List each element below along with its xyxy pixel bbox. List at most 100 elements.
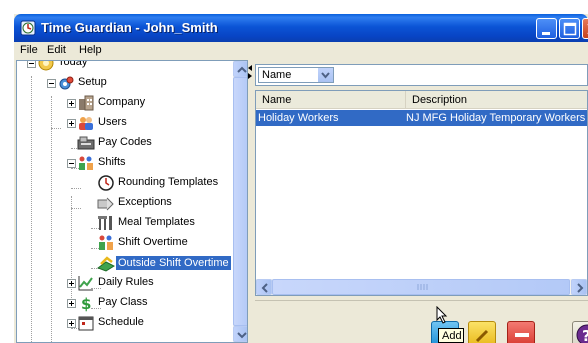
maximize-button[interactable]	[559, 18, 580, 39]
svg-text:$: $	[81, 295, 91, 312]
scroll-left-button[interactable]	[256, 279, 272, 295]
tree-item-label: Today	[58, 60, 88, 68]
exceptions-icon	[97, 197, 114, 211]
shifts-icon	[79, 156, 93, 170]
tree-item-schedule[interactable]: Schedule	[17, 313, 233, 333]
minimize-icon	[542, 32, 550, 35]
filter-field-value: Name	[262, 69, 292, 81]
tree-item-company[interactable]: Company	[17, 93, 233, 113]
records-grid[interactable]: Name Description Holiday Workers NJ MFG …	[255, 90, 588, 296]
minus-icon	[515, 333, 529, 337]
column-header-name[interactable]: Name	[256, 91, 406, 109]
pay-codes-icon	[77, 136, 95, 150]
scroll-up-button[interactable]	[233, 61, 247, 77]
column-header-description[interactable]: Description	[406, 91, 587, 109]
svg-text:?: ?	[582, 327, 588, 343]
menu-help[interactable]: Help	[79, 44, 102, 56]
calendar-icon	[78, 316, 94, 331]
expand-toggle[interactable]	[67, 319, 76, 328]
tree-item-rounding-templates[interactable]: Rounding Templates	[17, 173, 233, 193]
collapse-toggle[interactable]	[67, 159, 76, 168]
maximize-icon	[563, 22, 577, 36]
tree-item-shifts[interactable]: Shifts	[17, 153, 233, 173]
tree-item-label: Daily Rules	[98, 276, 154, 288]
title-bar[interactable]: Time Guardian - John_Smith	[14, 14, 588, 42]
tree-item-label: Outside Shift Overtime	[116, 256, 231, 270]
tree-item-label: Schedule	[98, 316, 144, 328]
cell-description: NJ MFG Holiday Temporary Workers	[406, 112, 586, 124]
filter-field-select[interactable]: Name	[258, 67, 334, 83]
users-icon	[79, 117, 93, 130]
action-toolbar: ?	[255, 300, 588, 343]
outside-shift-overtime-icon	[97, 256, 115, 272]
chevron-right-icon	[577, 283, 584, 293]
daily-rules-chart-icon	[78, 276, 93, 291]
menu-bar: File Edit Help	[14, 42, 588, 60]
tree-item-label: Pay Class	[98, 296, 148, 308]
dollar-icon: $	[81, 295, 91, 312]
chevron-down-icon	[237, 332, 247, 339]
chevron-down-icon	[321, 72, 330, 79]
tree-item-label: Pay Codes	[98, 136, 152, 148]
pencil-icon	[475, 329, 489, 343]
tree-item-outside-shift-overtime[interactable]: Outside Shift Overtime	[17, 253, 233, 273]
tree-item-label: Company	[98, 96, 146, 108]
close-icon	[587, 24, 588, 34]
scroll-thumb[interactable]	[233, 77, 247, 326]
expand-toggle[interactable]	[67, 279, 76, 288]
table-row[interactable]: Holiday Workers NJ MFG Holiday Temporary…	[256, 110, 587, 126]
tree-item-label: Rounding Templates	[118, 176, 219, 188]
collapse-toggle[interactable]	[47, 79, 56, 88]
expand-toggle[interactable]	[67, 299, 76, 308]
mouse-cursor-icon	[436, 306, 448, 324]
tree-item-pay-class[interactable]: $ Pay Class	[17, 293, 233, 313]
scroll-down-button[interactable]	[233, 326, 247, 342]
tree-item-exceptions[interactable]: Exceptions	[17, 193, 233, 213]
company-building-icon	[79, 95, 94, 111]
shift-overtime-icon	[99, 235, 113, 250]
tree-item-label: Setup	[78, 76, 107, 88]
close-button[interactable]	[582, 18, 588, 39]
tree-item-label: Users	[98, 116, 127, 128]
app-clock-icon	[20, 20, 36, 36]
grid-header: Name Description	[256, 91, 587, 109]
window-title: Time Guardian - John_Smith	[41, 20, 218, 35]
setup-gear-icon	[59, 76, 74, 90]
grid-horizontal-scrollbar[interactable]	[256, 279, 587, 295]
edit-button[interactable]	[468, 321, 496, 343]
cell-name: Holiday Workers	[258, 112, 339, 124]
collapse-toggle[interactable]	[27, 61, 36, 68]
expand-toggle[interactable]	[67, 99, 76, 108]
tree-item-pay-codes[interactable]: Pay Codes	[17, 133, 233, 153]
tree-item-label: Shift Overtime	[118, 236, 188, 248]
tree-vertical-scrollbar[interactable]	[233, 61, 247, 342]
app-window: Time Guardian - John_Smith File Edit Hel…	[14, 14, 588, 343]
today-globe-icon	[38, 61, 54, 71]
dropdown-button[interactable]	[318, 68, 333, 82]
chevron-up-icon	[237, 66, 247, 73]
tree-item-users[interactable]: Users	[17, 113, 233, 133]
tree-item-label: Shifts	[98, 156, 126, 168]
grip-icon	[417, 284, 428, 290]
tree-item-label: Exceptions	[118, 196, 172, 208]
filter-bar: Name	[255, 64, 588, 86]
tree-item-today[interactable]: Today	[17, 60, 233, 73]
help-button[interactable]: ?	[572, 321, 588, 343]
navigation-tree[interactable]: Today Setup Company Users Pay Codes Shif…	[16, 60, 248, 343]
minimize-button[interactable]	[536, 18, 557, 39]
utensils-icon	[98, 216, 112, 230]
clock-icon	[98, 175, 114, 191]
scroll-right-button[interactable]	[571, 279, 587, 295]
add-tooltip: Add	[438, 328, 464, 343]
menu-file[interactable]: File	[20, 44, 38, 56]
tree-item-meal-templates[interactable]: Meal Templates	[17, 213, 233, 233]
tree-item-shift-overtime[interactable]: Shift Overtime	[17, 233, 233, 253]
tree-item-setup[interactable]: Setup	[17, 73, 233, 93]
scroll-thumb[interactable]	[272, 279, 570, 295]
chevron-left-icon	[261, 283, 268, 293]
delete-button[interactable]	[507, 321, 535, 343]
question-mark-icon: ?	[576, 324, 588, 343]
expand-toggle[interactable]	[67, 119, 76, 128]
menu-edit[interactable]: Edit	[47, 44, 66, 56]
tree-item-daily-rules[interactable]: Daily Rules	[17, 273, 233, 293]
